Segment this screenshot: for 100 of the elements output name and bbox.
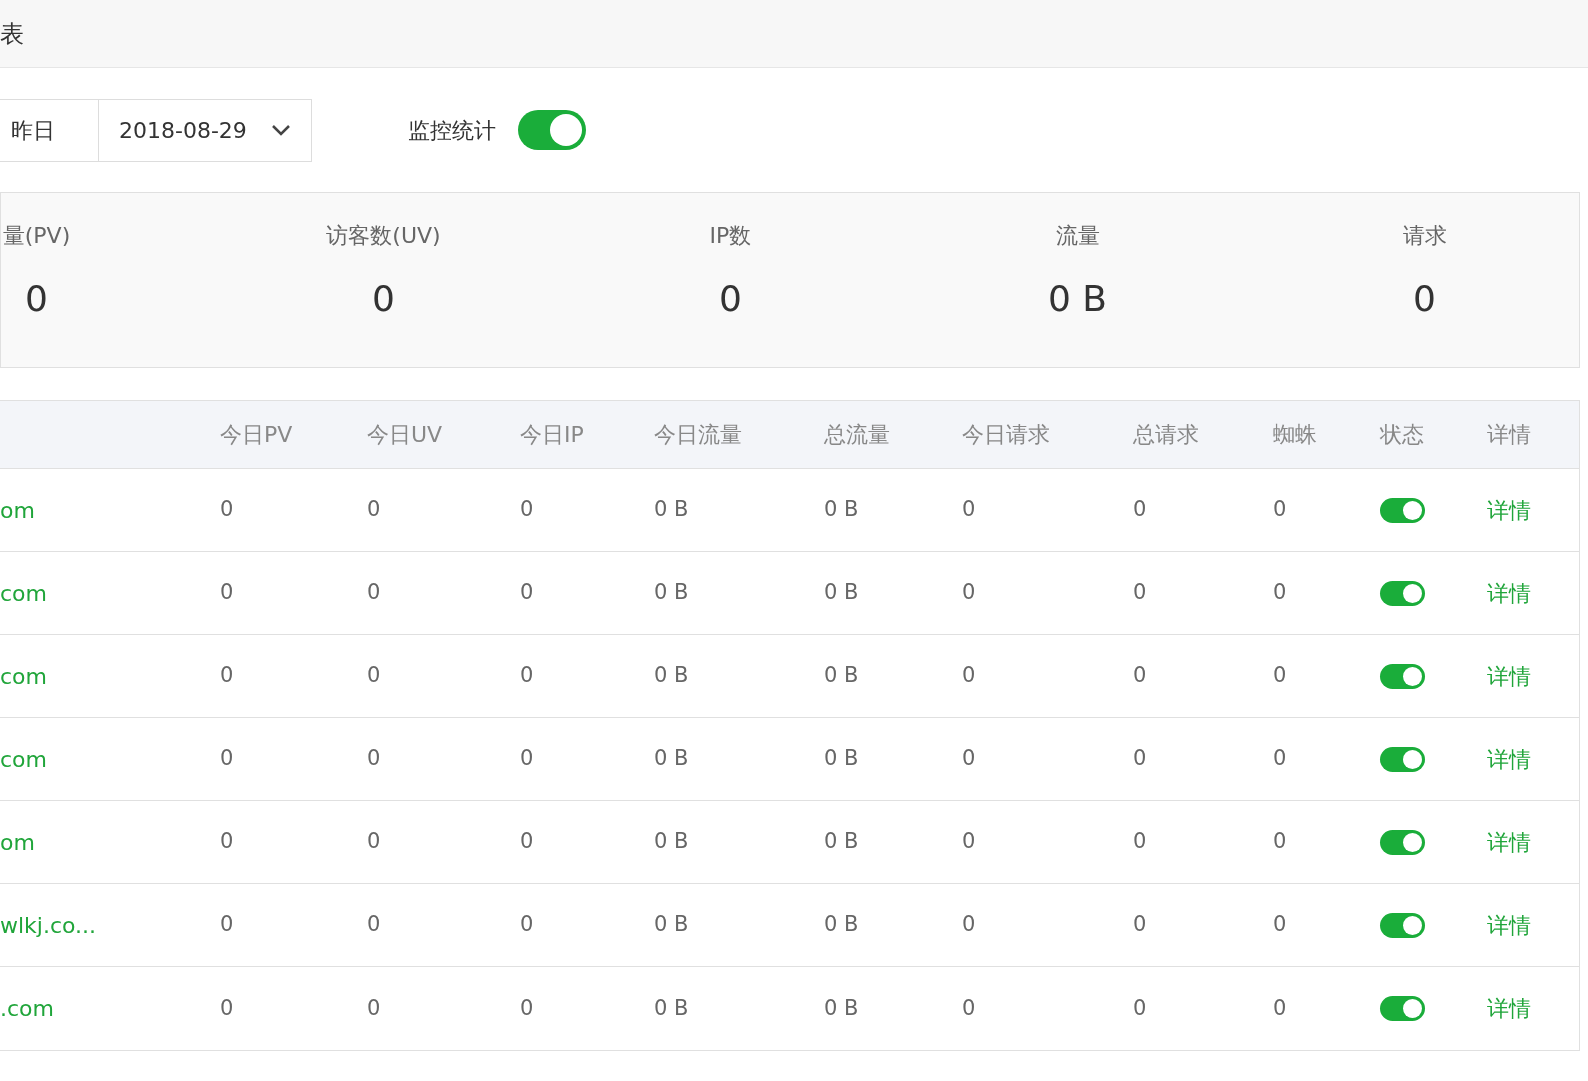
column-header: 状态 (1380, 421, 1424, 449)
table-cell-text: 0 (367, 496, 381, 524)
domain-link[interactable]: com (0, 576, 47, 610)
status-toggle[interactable] (1380, 829, 1425, 855)
details-link[interactable]: 详情 (1487, 992, 1531, 1025)
column-header: 总请求 (1133, 421, 1199, 449)
table-cell-text: 0 (220, 745, 234, 773)
table-cell-text: 0 (962, 496, 976, 524)
stat-value: 0 (1413, 277, 1436, 321)
table-cell-text: 0 B (824, 662, 859, 690)
table-cell-text: 0 (367, 579, 381, 607)
stat-value: 0 B (1047, 277, 1107, 321)
stat-label: 量(PV) (2, 222, 71, 250)
table-cell-text: 0 (1133, 579, 1147, 607)
table-cell-text: 0 (962, 745, 976, 773)
table-cell-text: 0 (367, 994, 381, 1022)
table-cell-text: 0 (962, 994, 976, 1022)
table-cell-text: 0 (1273, 579, 1287, 607)
table-cell-text: 0 (1133, 662, 1147, 690)
table-cell-text: 0 B (654, 994, 689, 1022)
domain-link[interactable]: om (0, 493, 35, 527)
status-toggle[interactable] (1380, 912, 1425, 938)
table-cell-text: 0 (220, 579, 234, 607)
table-cell-text: 0 (1273, 828, 1287, 856)
table-cell-text: 0 (367, 828, 381, 856)
column-header: 今日UV (367, 421, 443, 449)
table-cell-text: 0 B (824, 828, 859, 856)
column-header: 今日IP (520, 421, 584, 449)
table-cell-text: 0 (367, 745, 381, 773)
table-cell-text: 0 (1273, 496, 1287, 524)
stat-label: IP数 (709, 222, 752, 250)
table-cell-text: 0 (520, 662, 534, 690)
table-cell-text: 0 B (654, 579, 689, 607)
page-title: 表 (0, 18, 24, 50)
table-cell-text: 0 (220, 496, 234, 524)
table-cell-text: 0 B (654, 496, 689, 524)
table-cell-text: 0 (962, 911, 976, 939)
table-cell-text: 0 (1273, 994, 1287, 1022)
table-cell-text: 0 B (824, 994, 859, 1022)
details-link[interactable]: 详情 (1487, 576, 1531, 610)
yesterday-button[interactable]: 昨日 (0, 98, 99, 162)
table-cell-text: 0 (1133, 911, 1147, 939)
domain-link[interactable]: om (0, 825, 35, 859)
stat-value: 0 (25, 277, 48, 321)
column-header: 今日流量 (654, 421, 742, 449)
table-cell-text: 0 (962, 662, 976, 690)
column-header: 总流量 (824, 421, 890, 449)
table-cell-text: 0 (520, 911, 534, 939)
stat-label: 流量 (1055, 222, 1100, 250)
status-toggle[interactable] (1380, 746, 1425, 772)
table-cell-text: 0 (367, 911, 381, 939)
domain-link[interactable]: .com (0, 992, 54, 1025)
table-cell-text: 0 (220, 911, 234, 939)
details-link[interactable]: 详情 (1487, 493, 1531, 527)
domain-link[interactable]: wlkj.co... (0, 908, 97, 942)
stat-value: 0 (372, 277, 395, 321)
domain-link[interactable]: com (0, 742, 47, 776)
column-header: 今日PV (220, 421, 293, 449)
date-select[interactable]: 2018-08-29 (99, 98, 312, 162)
table-cell-text: 0 (1133, 496, 1147, 524)
table-cell-text: 0 (1273, 662, 1287, 690)
table-cell-text: 0 (520, 828, 534, 856)
table-cell-text: 0 (962, 579, 976, 607)
status-toggle[interactable] (1380, 663, 1425, 689)
table-cell-text: 0 B (654, 911, 689, 939)
details-link[interactable]: 详情 (1487, 659, 1531, 693)
status-toggle[interactable] (1380, 580, 1425, 606)
details-link[interactable]: 详情 (1487, 825, 1531, 859)
monitor-label: 监控统计 (408, 116, 496, 145)
monitor-toggle[interactable] (518, 110, 586, 150)
column-header: 今日请求 (962, 421, 1050, 449)
stat-label: 访客数(UV) (326, 222, 441, 250)
table-cell-text: 0 (367, 662, 381, 690)
domain-link[interactable]: com (0, 659, 47, 693)
status-toggle[interactable] (1380, 996, 1425, 1021)
table-cell-text: 0 (520, 745, 534, 773)
table-cell-text: 0 (520, 496, 534, 524)
table-cell-text: 0 B (824, 579, 859, 607)
details-link[interactable]: 详情 (1487, 908, 1531, 942)
table-cell-text: 0 (220, 828, 234, 856)
status-toggle[interactable] (1380, 497, 1425, 523)
stat-label: 请求 (1402, 222, 1447, 250)
chevron-down-icon (271, 124, 291, 136)
details-link[interactable]: 详情 (1487, 742, 1531, 776)
table-cell-text: 0 (1273, 911, 1287, 939)
table-cell-text: 0 (520, 579, 534, 607)
table-cell-text: 0 (1133, 994, 1147, 1022)
table-cell-text: 0 B (654, 745, 689, 773)
date-value: 2018-08-29 (119, 116, 247, 145)
table-cell-text: 0 B (654, 828, 689, 856)
table-cell-text: 0 (962, 828, 976, 856)
column-header: 详情 (1487, 421, 1531, 449)
table-cell-text: 0 (1133, 828, 1147, 856)
table-cell-text: 0 (220, 662, 234, 690)
table-cell-text: 0 B (824, 911, 859, 939)
table-cell-text: 0 (520, 994, 534, 1022)
table-cell-text: 0 B (654, 662, 689, 690)
column-header: 蜘蛛 (1273, 421, 1317, 449)
table-cell-text: 0 B (824, 496, 859, 524)
table-cell-text: 0 (1273, 745, 1287, 773)
